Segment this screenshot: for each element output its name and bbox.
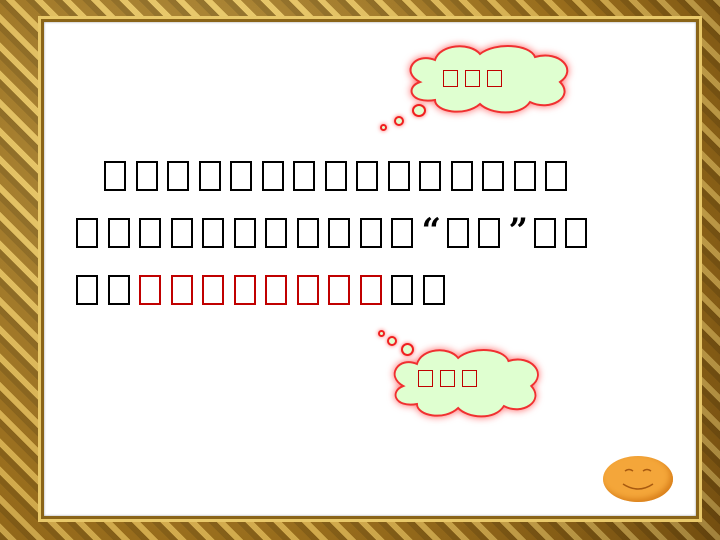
slide-canvas bbox=[44, 22, 696, 516]
glyph-box: □ bbox=[265, 275, 287, 305]
line2-text-c: □□ bbox=[533, 218, 596, 248]
glyph-box: □ bbox=[418, 370, 433, 387]
line2-quoted-text: □□ bbox=[446, 218, 509, 248]
glyph-box: □ bbox=[356, 161, 378, 191]
glyph-box: □ bbox=[450, 161, 473, 191]
glyph-box: □ bbox=[419, 161, 441, 191]
glyph-box: □ bbox=[198, 161, 221, 191]
text-line-1: □ □ □ □ □ □ □ □ □ □ □ □ □ □ □ bbox=[103, 161, 576, 193]
glyph-box: □ bbox=[545, 161, 567, 191]
glyph-box: □ bbox=[76, 275, 98, 305]
text-line-2: □□□□□□□□□□□ “ □□ ” □□ bbox=[75, 211, 596, 251]
glyph-box: □ bbox=[391, 275, 413, 305]
glyph-box: □ bbox=[107, 218, 130, 248]
glyph-box: □ bbox=[233, 218, 256, 248]
glyph-box: □ bbox=[202, 275, 224, 305]
thought-cloud-top: □ □ □ bbox=[400, 42, 575, 114]
glyph-box: □ bbox=[513, 161, 536, 191]
thought-bubble-dot bbox=[387, 336, 397, 346]
line2-text-a: □ □ □ □ □ □ □ □ □ □ □ bbox=[75, 218, 422, 248]
glyph-box: □ bbox=[139, 275, 161, 305]
glyph-box: □ bbox=[139, 218, 161, 248]
line3-highlight-text: □ □ □ □ □ □ □ □ bbox=[138, 275, 390, 305]
glyph-box: □ bbox=[387, 161, 410, 191]
glyph-box: □ bbox=[328, 275, 350, 305]
glyph-box: □ bbox=[170, 275, 193, 305]
line3-text-b: □□ bbox=[390, 275, 453, 305]
glyph-box: □ bbox=[328, 218, 350, 248]
thought-cloud-bottom: □ □ □ bbox=[385, 346, 545, 418]
glyph-box: □ bbox=[296, 218, 319, 248]
glyph-box: □ bbox=[265, 218, 287, 248]
glyph-box: □ bbox=[487, 70, 502, 87]
glyph-box: □ bbox=[293, 161, 315, 191]
glyph-box: □ bbox=[462, 370, 477, 387]
glyph-box: □ bbox=[440, 370, 455, 387]
text-line-3: □□ □□□□□□□□ □□ bbox=[75, 275, 453, 307]
glyph-box: □ bbox=[261, 161, 284, 191]
glyph-box: □ bbox=[104, 161, 126, 191]
glyph-box: □ bbox=[482, 161, 504, 191]
open-quote: “ bbox=[421, 211, 442, 251]
thought-bubble-dot bbox=[394, 116, 404, 126]
glyph-box: □ bbox=[324, 161, 347, 191]
line1-text: □ □ □ □ □ □ □ □ □ □ □ □ □ □ □ bbox=[103, 161, 576, 191]
glyph-box: □ bbox=[170, 218, 193, 248]
glyph-box: □ bbox=[296, 275, 319, 305]
thought-bubble-dot bbox=[380, 124, 387, 131]
glyph-box: □ bbox=[230, 161, 252, 191]
glyph-box: □ bbox=[478, 218, 500, 248]
glyph-box: □ bbox=[359, 275, 382, 305]
glyph-box: □ bbox=[167, 161, 189, 191]
glyph-box: □ bbox=[465, 70, 480, 87]
line3-text-a: □□ bbox=[75, 275, 138, 305]
glyph-box: □ bbox=[135, 161, 158, 191]
glyph-box: □ bbox=[359, 218, 382, 248]
close-quote: ” bbox=[508, 211, 529, 251]
glyph-box: □ bbox=[391, 218, 413, 248]
thought-bubble-dot bbox=[401, 343, 414, 356]
glyph-box: □ bbox=[422, 275, 445, 305]
glyph-box: □ bbox=[446, 218, 469, 248]
glyph-box: □ bbox=[233, 275, 256, 305]
glyph-box: □ bbox=[76, 218, 98, 248]
smiley-face-icon[interactable] bbox=[603, 456, 673, 502]
glyph-box: □ bbox=[107, 275, 130, 305]
thought-bubble-dot bbox=[412, 104, 426, 117]
glyph-box: □ bbox=[443, 70, 458, 87]
glyph-box: □ bbox=[202, 218, 224, 248]
cloud-top-label: □ □ □ bbox=[442, 70, 508, 87]
glyph-box: □ bbox=[565, 218, 587, 248]
cloud-bottom-label: □ □ □ bbox=[417, 370, 483, 387]
thought-bubble-dot bbox=[378, 330, 385, 337]
glyph-box: □ bbox=[533, 218, 556, 248]
